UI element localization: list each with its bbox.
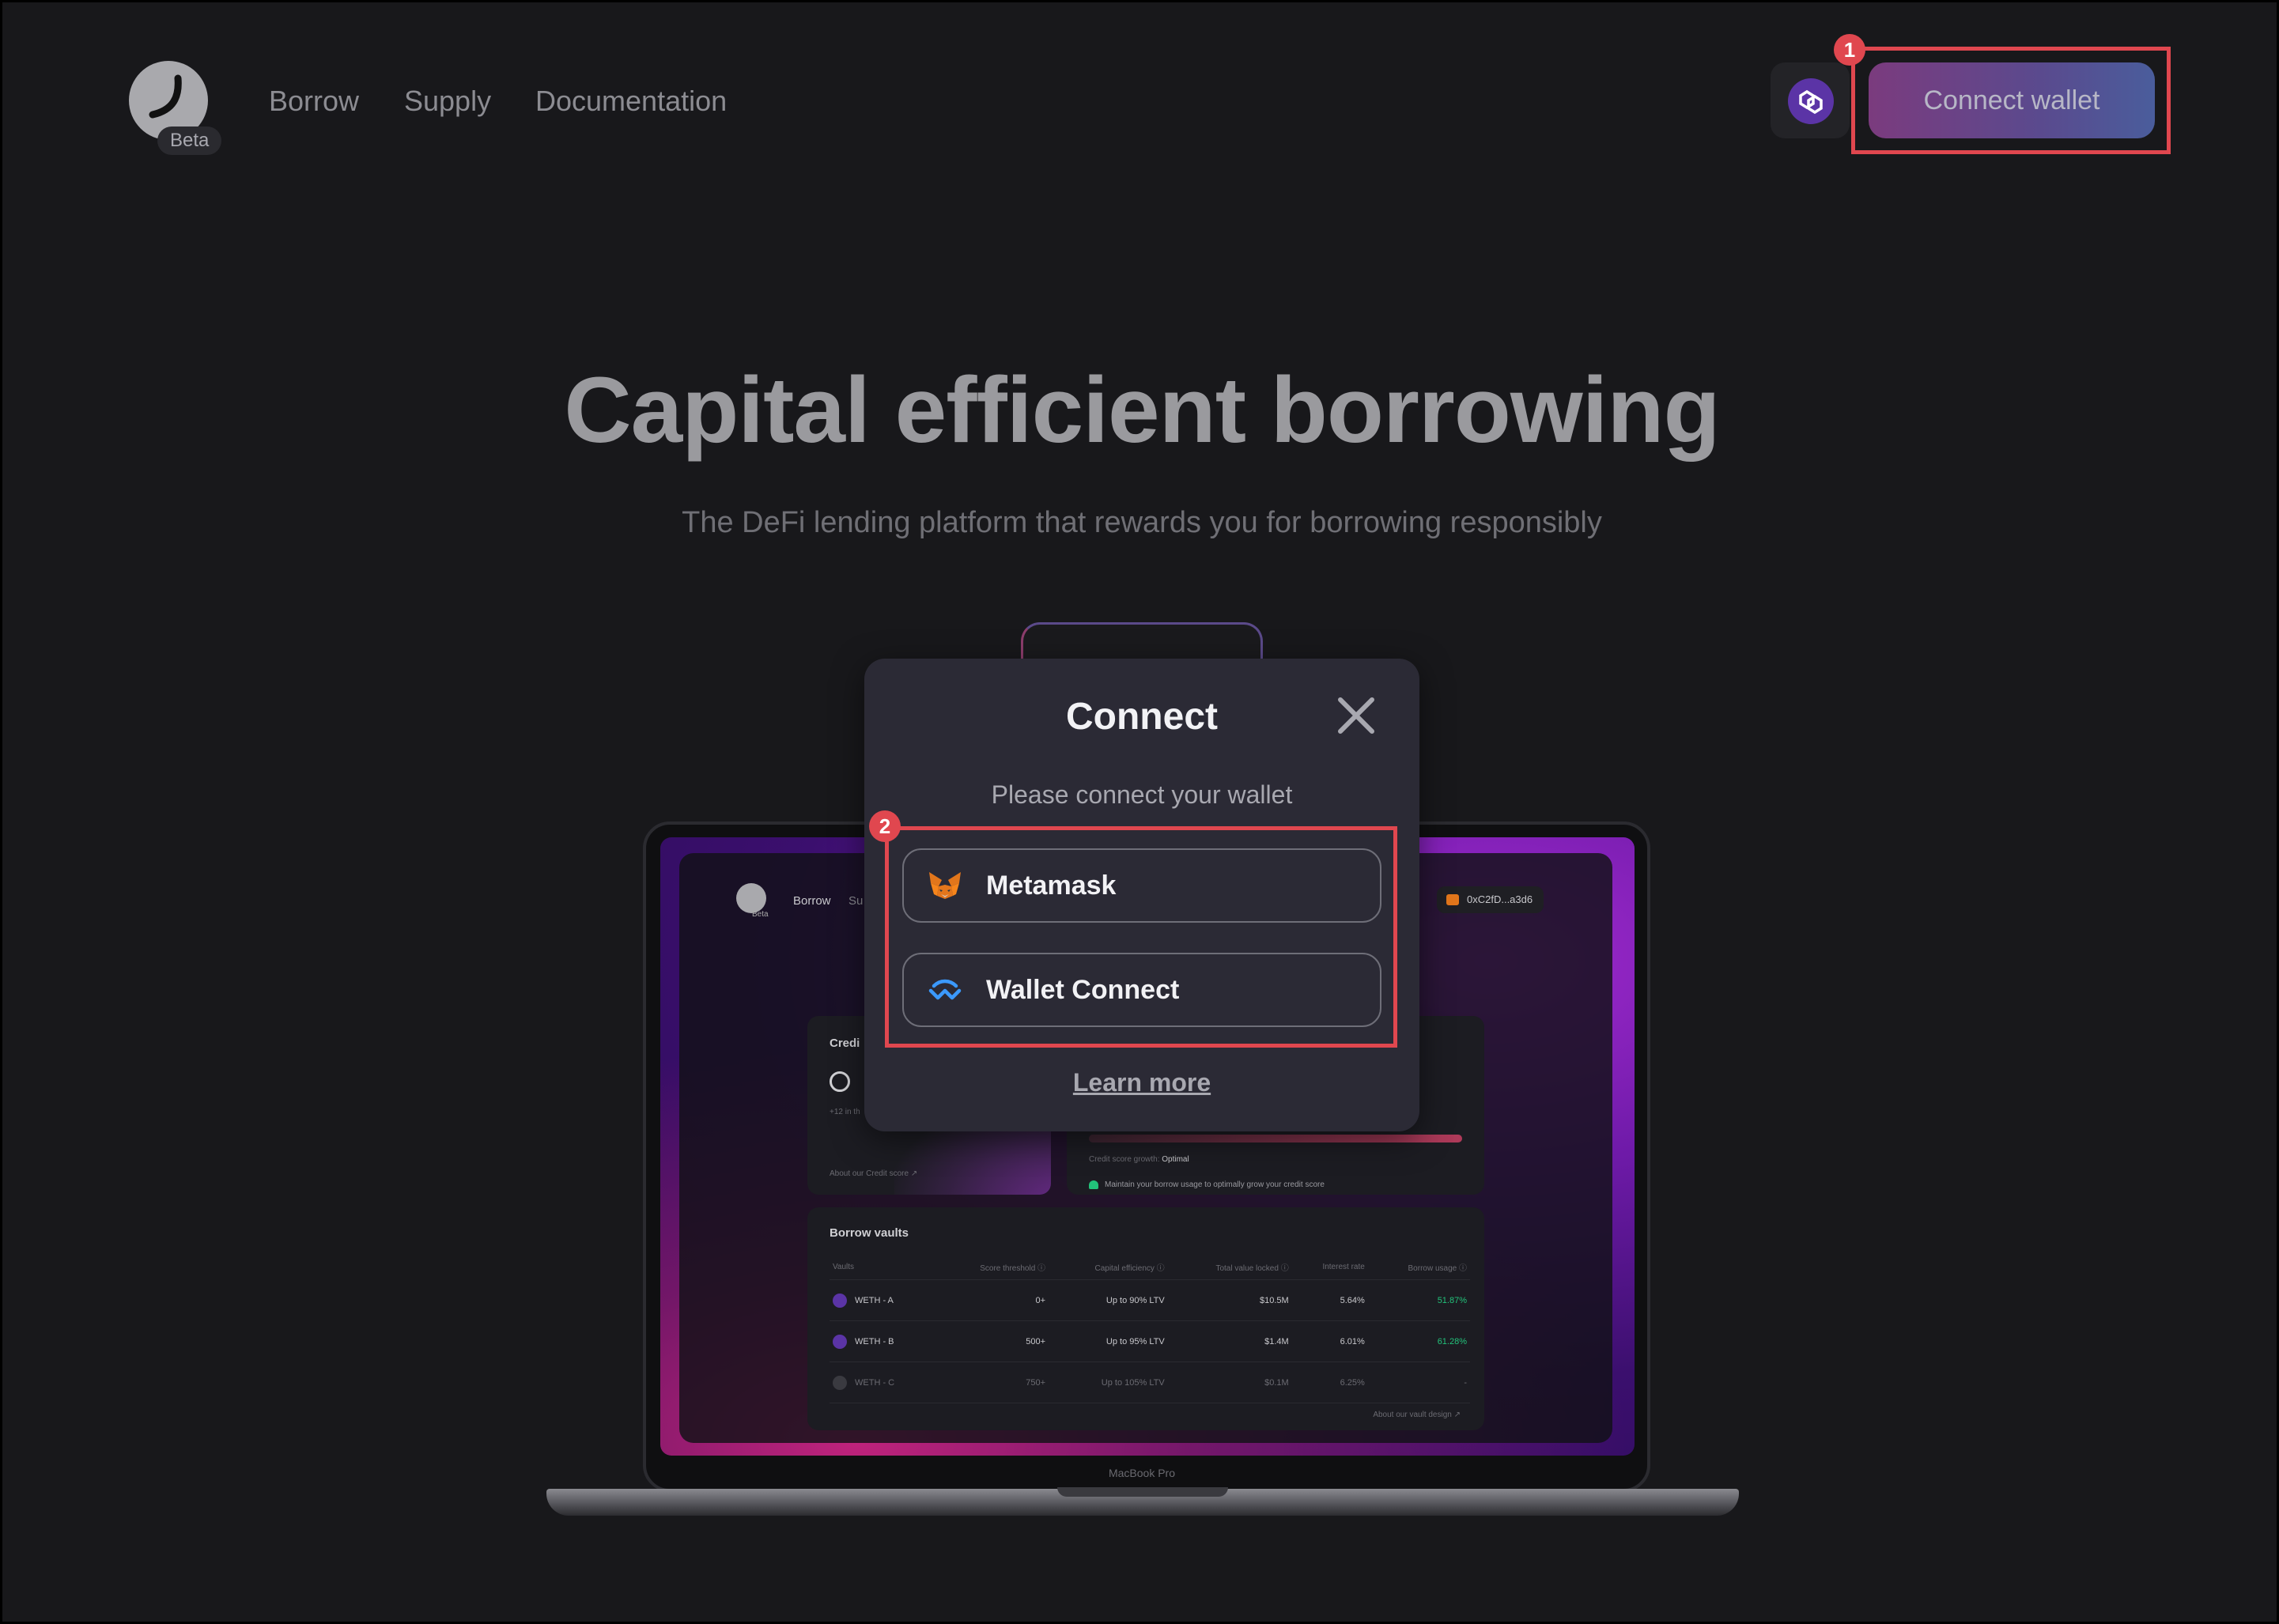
credit-link: About our Credit score ↗ [830,1169,918,1178]
nav-supply[interactable]: Supply [404,85,491,118]
growth-label: Credit score growth: Optimal [1089,1155,1189,1164]
learn-more-link[interactable]: Learn more [864,1068,1419,1097]
vault-row: WETH - A 0+ Up to 90% LTV $10.5M 5.64% 5… [830,1279,1470,1321]
vault-row: WETH - C 750+ Up to 105% LTV $0.1M 6.25%… [830,1362,1470,1403]
wallet-address-text: 0xC2fD...a3d6 [1467,893,1533,905]
vaults-header: Borrow usage ⓘ [1367,1256,1470,1280]
vaults-header: Score threshold ⓘ [935,1256,1049,1280]
growth-bar [1089,1135,1462,1142]
heart-icon [1089,1180,1098,1189]
macbook-label: MacBook Pro [1108,1467,1176,1479]
growth-hint: Maintain your borrow usage to optimally … [1105,1180,1325,1189]
vaults-link: About our vault design ↗ [1373,1411,1461,1419]
laptop-notch [1057,1487,1228,1497]
vaults-table: Vaults Score threshold ⓘ Capital efficie… [830,1256,1470,1403]
hero-title: Capital efficient borrowing [564,358,1720,463]
modal-subtitle: Please connect your wallet [991,780,1293,809]
preview-logo [736,883,766,913]
vaults-header: Total value locked ⓘ [1167,1256,1292,1280]
eth-icon [833,1334,847,1349]
metamask-fox-icon [1446,894,1459,905]
network-selector-button[interactable] [1771,62,1850,138]
annotation-badge-2: 2 [869,810,901,842]
hero-subtitle: The DeFi lending platform that rewards y… [682,506,1602,539]
vaults-title: Borrow vaults [830,1226,909,1240]
credit-title: Credi [830,1037,860,1050]
preview-wallet-address: 0xC2fD...a3d6 [1437,886,1544,913]
vaults-header: Interest rate [1291,1256,1368,1280]
vaults-header: Vaults [830,1256,936,1280]
preview-nav-borrow: Borrow [793,894,831,908]
eth-icon [833,1375,847,1390]
vault-row: WETH - B 500+ Up to 95% LTV $1.4M 6.01% … [830,1320,1470,1362]
preview-nav-supply: Su [848,894,864,908]
credit-ring-icon [830,1071,850,1092]
nav-documentation[interactable]: Documentation [535,85,727,118]
beta-badge: Beta [157,127,222,155]
vaults-header: Capital efficiency ⓘ [1049,1256,1168,1280]
polygon-icon [1788,78,1834,124]
eth-icon [833,1293,847,1308]
annotation-box-1 [1851,47,2171,154]
close-icon [1338,697,1374,734]
credit-sub: +12 in th [830,1108,860,1116]
annotation-badge-1: 1 [1834,34,1865,66]
page-frame: Beta Borrow Supply Documentation Connect… [0,0,2279,1624]
preview-beta: Beta [752,910,769,919]
nav-borrow[interactable]: Borrow [269,85,359,118]
preview-vaults-card: Borrow vaults Vaults Score threshold ⓘ C… [807,1207,1484,1430]
close-button[interactable] [1334,693,1378,738]
annotation-box-2 [885,826,1397,1048]
